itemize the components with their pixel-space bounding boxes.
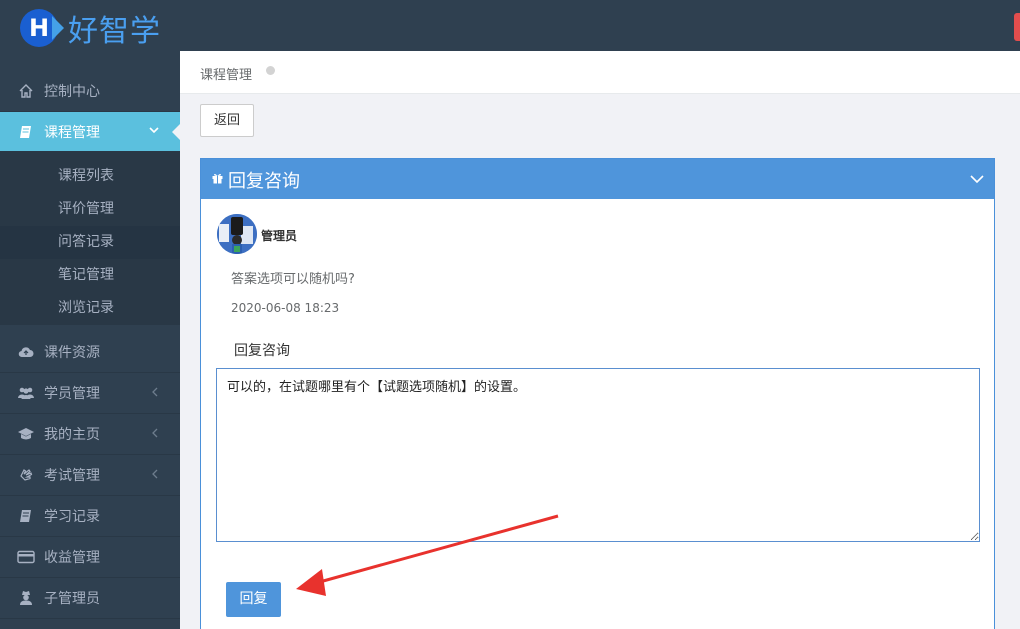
reply-submit-button[interactable]: 回复 — [226, 582, 281, 617]
avatar — [217, 214, 257, 254]
question-timestamp: 2020-06-08 18:23 — [231, 301, 340, 315]
sidebar-item-label: 子管理员 — [44, 591, 100, 607]
sidebar: 控制中心 课程管理 课程列表 评价管理 问答记录 笔记管理 浏览记录 课件资源 … — [0, 51, 180, 629]
courses-submenu: 课程列表 评价管理 问答记录 笔记管理 浏览记录 — [0, 152, 180, 325]
breadcrumb[interactable]: 课程管理 — [200, 64, 252, 83]
sidebar-item-label: 课程管理 — [44, 124, 100, 141]
sidebar-item-label: 收益管理 — [44, 550, 100, 566]
chevron-left-icon — [150, 468, 160, 483]
chevron-down-icon[interactable] — [970, 172, 984, 186]
credit-card-icon — [17, 548, 35, 566]
panel-header: 回复咨询 — [201, 159, 994, 199]
breadcrumb-bar: 课程管理 — [180, 51, 1020, 94]
sidebar-item-label: 控制中心 — [44, 84, 100, 100]
reply-textarea[interactable]: 可以的，在试题哪里有个【试题选项随机】的设置。 — [216, 368, 980, 542]
top-bar: H 好智学 — [0, 0, 1020, 51]
chevron-down-icon — [148, 124, 160, 139]
submenu-item-reviews[interactable]: 评价管理 — [0, 193, 180, 226]
sidebar-item-students[interactable]: 学员管理 — [0, 373, 180, 414]
hand-icon — [17, 466, 35, 484]
sidebar-item-exams[interactable]: 考试管理 — [0, 455, 180, 496]
user-secret-icon — [17, 589, 35, 607]
username: 管理员 — [261, 229, 298, 243]
graduation-cap-icon — [17, 425, 35, 443]
sidebar-item-revenue[interactable]: 收益管理 — [0, 537, 180, 578]
users-icon — [17, 384, 35, 402]
reply-panel: 回复咨询 管理员 答案选项可以随机吗? 2020-06-08 18:23 回复咨… — [200, 158, 995, 629]
sidebar-item-courseware[interactable]: 课件资源 — [0, 332, 180, 373]
panel-title: 回复咨询 — [228, 171, 300, 192]
sidebar-item-label: 学员管理 — [44, 386, 100, 402]
submenu-item-browse-history[interactable]: 浏览记录 — [0, 292, 180, 325]
breadcrumb-dot — [266, 66, 275, 75]
brand-name: 好智学 — [68, 14, 161, 49]
sidebar-item-dashboard[interactable]: 控制中心 — [0, 71, 180, 112]
logo-tail — [52, 16, 64, 40]
book-icon — [17, 507, 35, 525]
submenu-item-qa-records[interactable]: 问答记录 — [0, 226, 180, 259]
book-icon — [17, 123, 35, 141]
home-icon — [17, 82, 35, 100]
sidebar-item-sub-admins[interactable]: 子管理员 — [0, 578, 180, 619]
gift-icon — [212, 174, 223, 184]
submenu-item-course-list[interactable]: 课程列表 — [0, 160, 180, 193]
active-indicator — [172, 124, 180, 140]
sidebar-item-label: 考试管理 — [44, 468, 100, 484]
question-text: 答案选项可以随机吗? — [231, 272, 355, 287]
back-button[interactable]: 返回 — [200, 104, 254, 137]
sidebar-item-courses[interactable]: 课程管理 — [0, 112, 180, 152]
brand-logo[interactable]: H 好智学 — [20, 6, 161, 50]
sidebar-item-label: 我的主页 — [44, 427, 100, 443]
sidebar-item-learning-records[interactable]: 学习记录 — [0, 496, 180, 537]
sidebar-item-homepage[interactable]: 我的主页 — [0, 414, 180, 455]
submenu-item-notes[interactable]: 笔记管理 — [0, 259, 180, 292]
reply-label: 回复咨询 — [234, 343, 290, 359]
chevron-left-icon — [150, 386, 160, 401]
chevron-left-icon — [150, 427, 160, 442]
sidebar-item-label: 课件资源 — [44, 345, 100, 361]
sidebar-item-label: 学习记录 — [44, 509, 100, 525]
cloud-upload-icon — [17, 343, 35, 361]
top-right-badge[interactable] — [1014, 13, 1020, 41]
